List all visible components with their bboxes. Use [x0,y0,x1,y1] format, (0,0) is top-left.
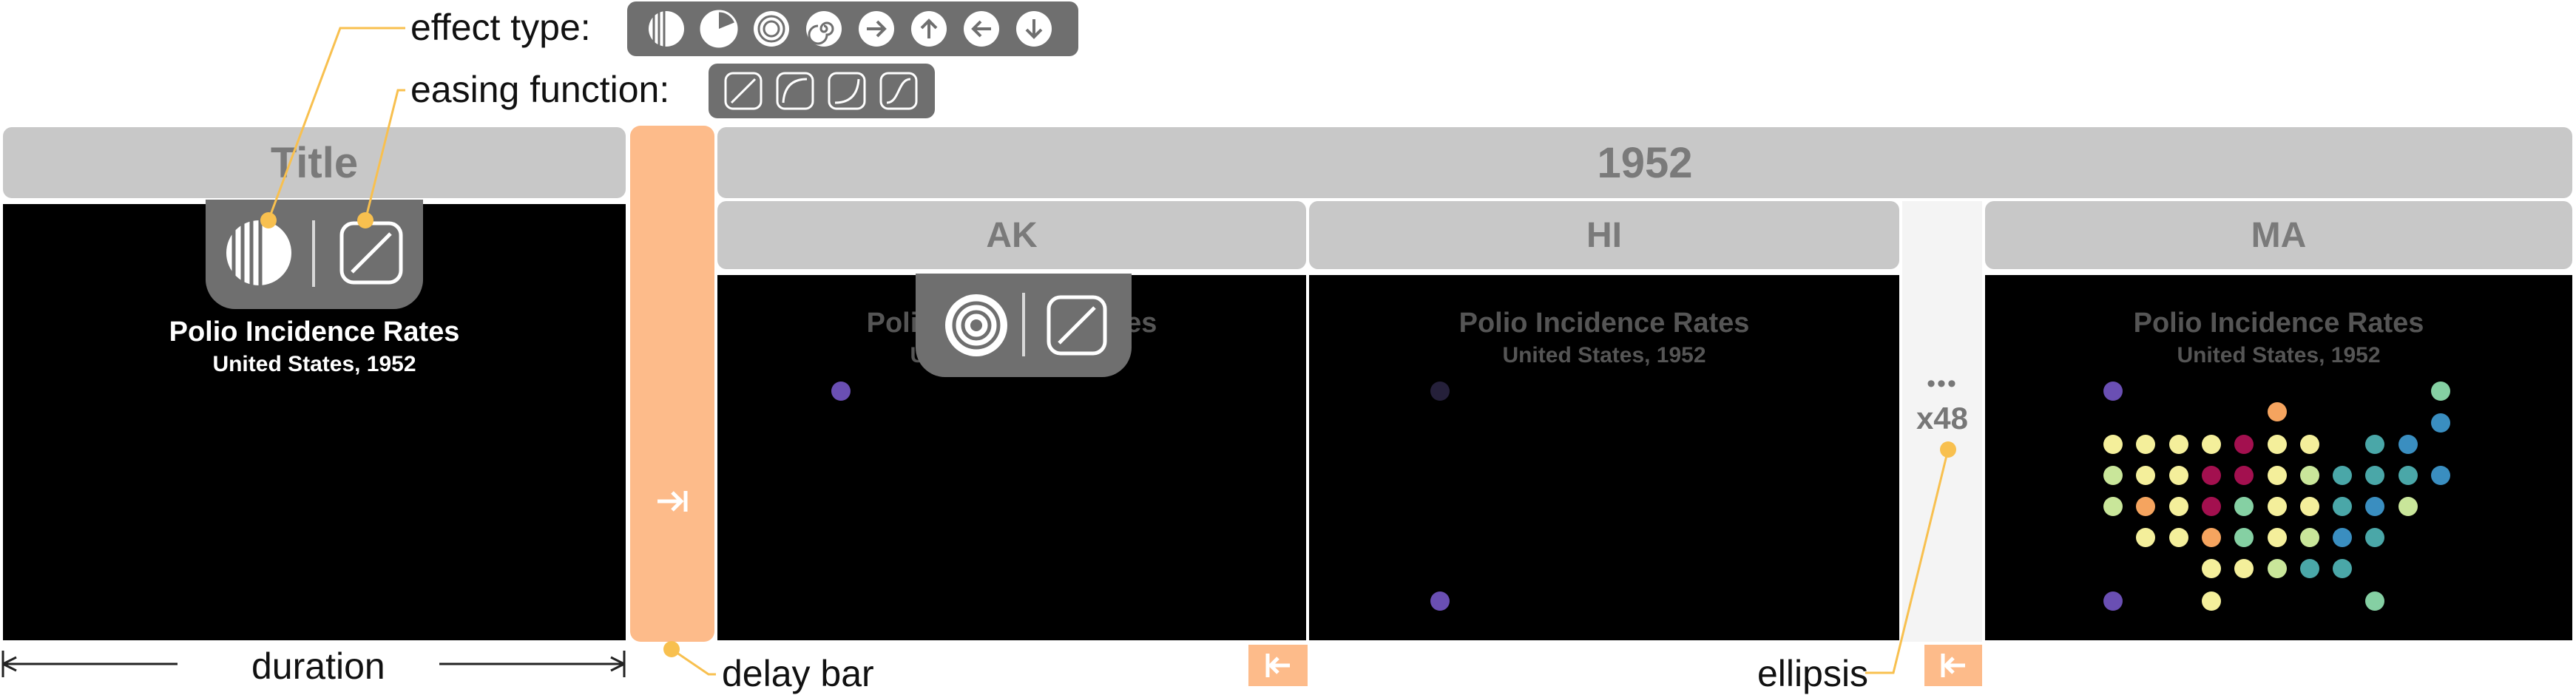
data-dot [2103,466,2123,485]
data-dot [2136,466,2156,485]
data-dot [2299,528,2319,547]
ak-frame-header[interactable]: AK [717,201,1306,269]
delay-bar-label: delay bar [722,653,874,694]
title-scene-header[interactable]: Title [3,127,626,198]
arrow-down-icon[interactable] [1013,7,1055,50]
ma-frame[interactable]: Polio Incidence Rates United States, 195… [1985,275,2572,640]
data-dot [2234,435,2254,454]
arrow-up-icon[interactable] [907,7,950,50]
ease-in-icon[interactable] [825,70,868,112]
data-dot [2168,528,2188,547]
ellipsis-dots: ••• [1927,370,1958,398]
data-dot [2103,497,2123,516]
frame-title: Polio Incidence Rates [1458,308,1750,339]
data-dot [2201,528,2221,547]
data-dot [2136,528,2156,547]
concentric-icon[interactable] [750,7,793,50]
data-dot [2168,435,2188,454]
data-dot [2168,466,2188,485]
data-dot [2201,591,2221,611]
effect-type-toolbar [627,1,1078,56]
data-dot [2267,528,2287,547]
collapse-right-icon[interactable] [655,484,690,519]
data-dot [2365,435,2385,454]
data-dot [2234,559,2254,578]
data-dot [2398,435,2418,454]
hi-frame[interactable]: Polio Incidence Rates United States, 195… [1309,275,1899,640]
easing-function-toolbar [709,64,935,118]
data-dot [2103,591,2123,611]
data-dot [2431,466,2450,485]
data-dot [2136,435,2156,454]
pie-wipe-icon[interactable] [697,7,740,50]
data-dot [2365,497,2385,516]
wipe-fade-icon[interactable] [645,7,688,50]
data-dot [2267,497,2287,516]
data-dot [2299,466,2319,485]
data-dot [2333,466,2353,485]
data-dot [2431,382,2450,401]
ellipsis-label: ellipsis [1757,653,1869,694]
frame-title: Polio Incidence Rates [169,316,460,348]
frame-subtitle: United States, 1952 [212,352,416,376]
divider [312,220,315,287]
data-dot [2136,497,2156,516]
arrow-right-icon[interactable] [855,7,898,50]
data-dot [2365,466,2385,485]
concentric-icon[interactable] [942,291,1010,359]
data-dot [2365,591,2385,611]
expand-ellipsis-button[interactable] [1924,645,1982,686]
spiral-icon[interactable] [802,7,845,50]
easing-function-label: easing function: [410,69,670,110]
data-dot [2267,435,2287,454]
data-dot [2299,559,2319,578]
arrow-left-icon[interactable] [960,7,1003,50]
divider [1022,293,1025,356]
effect-type-label: effect type: [410,7,591,48]
ease-in-out-icon[interactable] [877,70,920,112]
wipe-fade-icon[interactable] [223,217,294,288]
data-dot [2103,382,2123,401]
data-dot [2234,528,2254,547]
data-dot [2365,528,2385,547]
data-dot [2398,497,2418,516]
data-dot [2201,559,2221,578]
ellipsis-count: x48 [1916,401,1969,435]
data-dot [2333,497,2353,516]
ak-transition-popup[interactable] [916,274,1132,377]
data-dot [1430,591,1450,611]
linear-easing-icon[interactable] [1043,291,1111,359]
data-dot [2234,466,2254,485]
frame-subtitle: United States, 1952 [1502,343,1706,367]
ease-out-icon[interactable] [774,70,817,112]
ma-frame-header[interactable]: MA [1985,201,2572,269]
linear-easing-icon[interactable] [336,217,407,288]
expand-left-button[interactable] [1248,645,1308,686]
data-dot [2201,497,2221,516]
data-dot [2267,402,2287,421]
data-dot [2267,466,2287,485]
data-dot [2333,528,2353,547]
data-dot [2201,466,2221,485]
data-dot [2168,497,2188,516]
linear-easing-icon[interactable] [722,70,765,112]
data-dot [2333,559,2353,578]
data-dot [2431,413,2450,433]
data-dot [2234,497,2254,516]
hi-frame-header[interactable]: HI [1309,201,1899,269]
year-scene-header[interactable]: 1952 [717,127,2572,198]
data-dot [2299,435,2319,454]
data-dot [2398,466,2418,485]
data-dot [2201,435,2221,454]
data-dot [2103,435,2123,454]
data-dot [2267,559,2287,578]
dot-map [1985,275,2572,640]
title-transition-popup[interactable] [206,200,423,309]
duration-label: duration [251,645,385,687]
data-dot [1430,382,1450,401]
data-dot [831,382,851,401]
data-dot [2299,497,2319,516]
delay-bar[interactable] [630,126,714,642]
